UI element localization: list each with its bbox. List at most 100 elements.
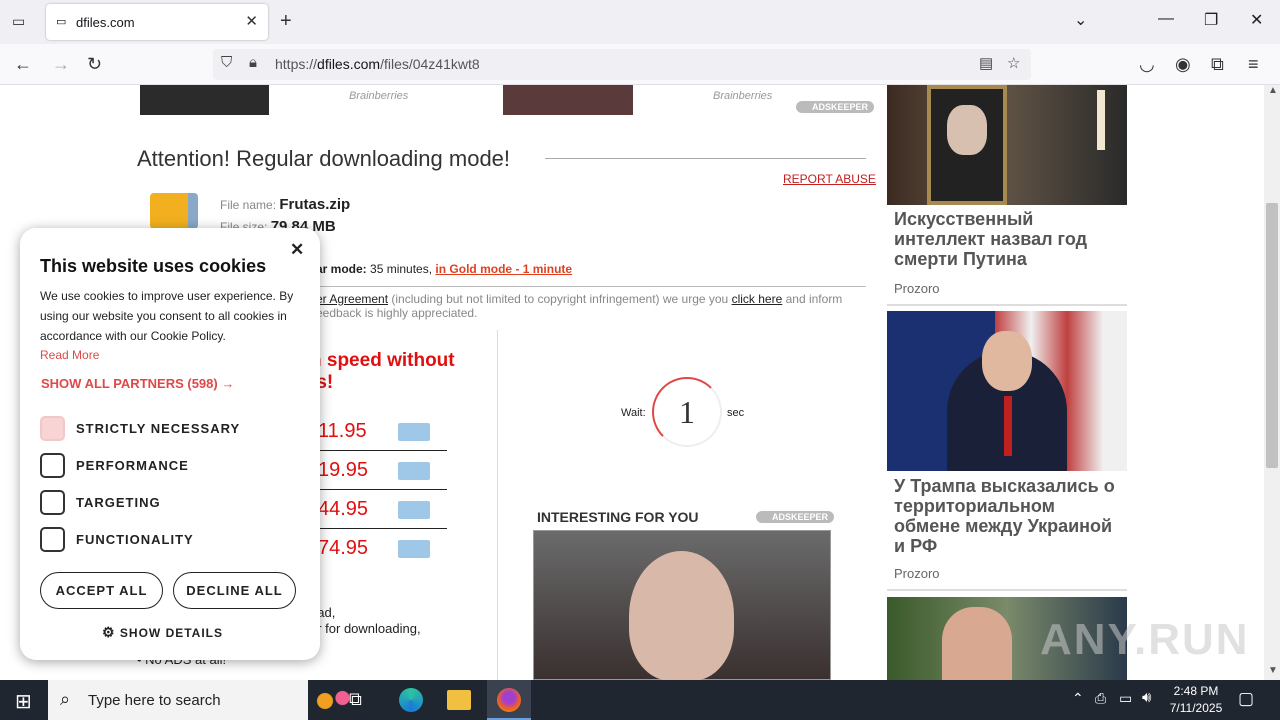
agreement-tail: and inform [785, 292, 843, 306]
taskbar: ⊞ ⌕ Type here to search ⧉ ⌃ ⎙ ▭ 🔊︎ 2:48 … [0, 680, 1280, 720]
tab-title: dfiles.com [76, 15, 135, 30]
checkbox-targeting[interactable] [40, 490, 65, 515]
close-tab-icon[interactable]: ✕ [245, 12, 258, 30]
gold-mode-link[interactable]: in Gold mode - 1 minute [435, 262, 572, 276]
download-mode-row: ar mode: 35 minutes, in Gold mode - 1 mi… [316, 262, 572, 276]
gear-icon: ⚙ [102, 624, 116, 640]
reader-view-icon[interactable]: ▤ [979, 54, 993, 72]
search-icon: ⌕ [60, 689, 71, 709]
news-source-1: Prozoro [894, 281, 940, 296]
wait-label: Wait: [621, 407, 646, 419]
minimize-icon[interactable]: — [1158, 10, 1174, 28]
price-2[interactable]: 19.95 [318, 459, 368, 482]
price-3[interactable]: 44.95 [318, 498, 368, 521]
chevron-down-icon[interactable]: ⌄ [1074, 10, 1087, 30]
column-divider [497, 330, 498, 680]
user-agreement-link[interactable]: er Agreement [316, 292, 388, 306]
ad-image-1[interactable] [140, 85, 269, 115]
agreement-text: er Agreement (including but not limited … [316, 292, 866, 320]
feedback-text: eedback is highly appreciated. [316, 306, 478, 320]
checkbox-functionality[interactable] [40, 527, 65, 552]
click-here-link[interactable]: click here [732, 292, 783, 306]
tab-bar: ▭ ▭ dfiles.com ✕ + ⌄ — ❐ ✕ [0, 0, 1280, 44]
reload-icon[interactable]: ↻ [87, 54, 102, 75]
ad-source-label: Brainberries [349, 90, 409, 102]
tab-dfiles[interactable]: ▭ dfiles.com ✕ [46, 4, 268, 40]
page-title: Attention! Regular downloading mode! [137, 146, 511, 171]
shield-icon[interactable]: ⛉ [221, 54, 232, 71]
mode-label: ar mode: [316, 262, 367, 276]
news-source-2: Prozoro [894, 566, 940, 581]
volume-icon[interactable]: 🔊︎ [1142, 689, 1151, 706]
promo-title: n speed without ts! [310, 350, 455, 394]
site-favicon-icon: ▭ [56, 16, 67, 28]
search-placeholder: Type here to search [88, 692, 221, 709]
back-icon[interactable]: ← [14, 54, 32, 75]
checkbox-performance[interactable] [40, 453, 65, 478]
checkbox-strictly-necessary[interactable] [40, 416, 65, 441]
firefox-taskbar-button[interactable] [487, 680, 531, 720]
lock-icon[interactable]: 🔒︎ [249, 54, 257, 71]
countdown-value: 1 [679, 394, 695, 430]
url-bar[interactable]: ⛉ 🔒︎ https://dfiles.com/files/04z41kwt8 … [213, 49, 1031, 80]
close-window-icon[interactable]: ✕ [1250, 10, 1263, 30]
news-image-2[interactable] [887, 311, 1127, 471]
url-text[interactable]: https://dfiles.com/files/04z41kwt8 [275, 56, 480, 72]
extensions-icon[interactable]: ⧉ [1211, 54, 1224, 75]
option-label: STRICTLY NECESSARY [76, 421, 241, 436]
scroll-up-icon[interactable]: ▲ [1268, 85, 1278, 96]
scroll-down-icon[interactable]: ▼ [1268, 665, 1278, 676]
edge-icon[interactable] [399, 688, 423, 712]
credit-card-icon [398, 540, 430, 558]
decline-all-button[interactable]: DECLINE ALL [173, 572, 296, 609]
ad-source-label: Brainberries [713, 90, 773, 102]
news-divider [887, 304, 1127, 306]
promo-line-1: n speed without [310, 350, 455, 371]
scrollbar-thumb[interactable] [1266, 203, 1278, 468]
interesting-ad-image[interactable] [533, 530, 831, 680]
system-clock[interactable]: 2:48 PM 7/11/2025 [1166, 683, 1226, 717]
tab-list-icon[interactable]: ▭ [12, 13, 25, 30]
network-icon[interactable]: ▭ [1119, 690, 1132, 707]
read-more-link[interactable]: Read More [40, 348, 99, 362]
device-icon[interactable]: ⎙ [1095, 690, 1106, 707]
task-view-icon[interactable]: ⧉ [349, 689, 362, 710]
cookie-body: We use cookies to improve user experienc… [40, 289, 294, 343]
clock-date: 7/11/2025 [1169, 701, 1223, 715]
forward-icon[interactable]: → [52, 54, 70, 75]
close-icon[interactable]: ✕ [290, 240, 304, 260]
account-icon[interactable]: ◉ [1175, 54, 1191, 75]
accept-all-button[interactable]: ACCEPT ALL [40, 572, 163, 609]
taskbar-search[interactable]: ⌕ Type here to search [48, 680, 360, 720]
file-name-label: File name: [220, 198, 277, 212]
credit-card-icon [398, 423, 430, 441]
pocket-icon[interactable]: ◡ [1139, 54, 1155, 75]
show-details-button[interactable]: ⚙ SHOW DETAILS [102, 624, 223, 641]
price-4[interactable]: 74.95 [318, 537, 368, 560]
show-partners-link[interactable]: SHOW ALL PARTNERS (598) → [41, 376, 234, 391]
zip-file-icon [150, 193, 198, 229]
price-1[interactable]: 11.95 [318, 420, 367, 443]
nav-bar: ← → ↻ ⛉ 🔒︎ https://dfiles.com/files/04z4… [0, 44, 1280, 85]
news-title-2[interactable]: У Трампа высказались о территориальном о… [894, 476, 1122, 556]
firefox-icon [497, 688, 521, 712]
bookmark-star-icon[interactable]: ☆ [1007, 54, 1020, 72]
windows-start-icon[interactable]: ⊞ [15, 689, 32, 714]
notification-icon[interactable]: ▢ [1238, 689, 1254, 709]
menu-icon[interactable]: ≡ [1248, 54, 1259, 75]
restore-icon[interactable]: ❐ [1204, 10, 1218, 30]
adskeeper-logo[interactable]: ADSKEEPER [756, 511, 835, 523]
benefits-list: oad, er for downloading, [310, 605, 421, 637]
option-label: TARGETING [76, 495, 161, 510]
adskeeper-logo[interactable]: ADSKEEPER [796, 101, 875, 113]
chevron-up-icon[interactable]: ⌃ [1072, 690, 1084, 707]
option-label: FUNCTIONALITY [76, 532, 194, 547]
news-title-1[interactable]: Искусственный интеллект назвал год смерт… [894, 209, 1122, 269]
report-abuse-link[interactable]: REPORT ABUSE [783, 172, 876, 186]
cookie-consent-dialog: ✕ This website uses cookies We use cooki… [20, 228, 320, 660]
ad-image-2[interactable] [503, 85, 633, 115]
page-scrollbar[interactable]: ▲ ▼ [1264, 85, 1280, 680]
file-explorer-icon[interactable] [447, 690, 471, 710]
new-tab-icon[interactable]: + [280, 10, 292, 33]
news-image-1[interactable] [887, 85, 1127, 205]
